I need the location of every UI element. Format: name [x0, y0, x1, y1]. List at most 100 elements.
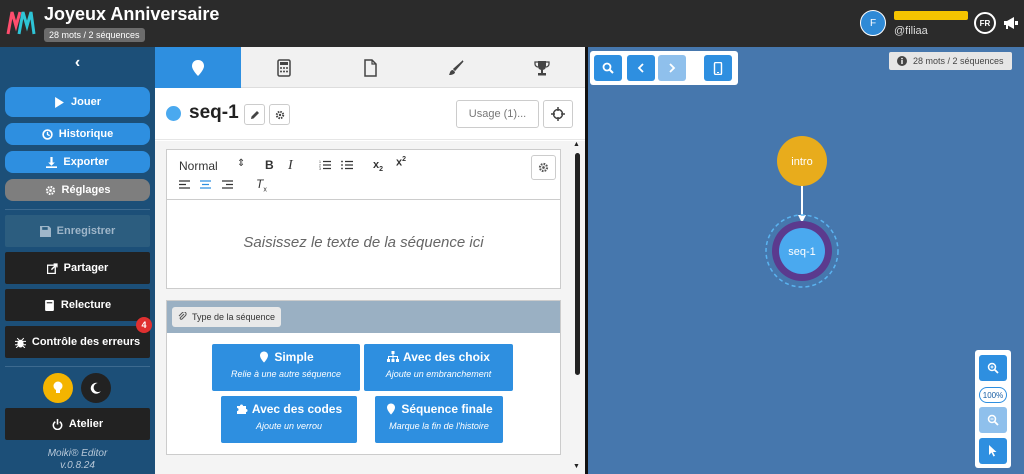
top-bar: Joyeux Anniversaire 28 mots / 2 séquence…	[0, 0, 1024, 47]
panel-tabs	[155, 47, 585, 88]
panel-scrollbar[interactable]: ▲ ▼	[572, 141, 582, 470]
zoom-in-button[interactable]	[979, 355, 1007, 381]
sequence-settings-button[interactable]	[269, 104, 290, 125]
usage-button[interactable]: Usage (1)...	[456, 100, 539, 128]
trophy-icon	[534, 60, 550, 75]
tab-trophy[interactable]	[499, 47, 585, 88]
editor-toolbar: Normal ⇕ B I 123 x2 x2 Tx	[167, 150, 560, 200]
play-button[interactable]: Jouer	[5, 87, 150, 117]
ordered-list-icon[interactable]: 123	[319, 160, 331, 170]
power-icon	[52, 418, 63, 430]
sequence-type-header: Type de la séquence	[167, 301, 560, 333]
subscript-icon[interactable]: x2	[373, 159, 383, 173]
file-icon	[364, 58, 377, 77]
story-title: Joyeux Anniversaire	[44, 4, 220, 24]
rename-button[interactable]	[244, 104, 265, 125]
chevron-left-icon: ‹	[74, 54, 81, 71]
locate-button[interactable]	[543, 100, 573, 128]
megaphone-icon[interactable]	[1002, 14, 1020, 32]
scroll-up-icon[interactable]: ▲	[573, 141, 580, 148]
zoom-controls: 100%	[975, 350, 1011, 468]
superscript-icon[interactable]: x2	[396, 156, 406, 169]
pencil-icon	[250, 110, 259, 119]
book-icon	[45, 299, 54, 311]
share-icon	[46, 262, 58, 274]
workshop-button[interactable]: Atelier	[5, 408, 150, 440]
editor-version: Moiki® Editor v.0.8.24	[47, 448, 108, 471]
clear-format-icon[interactable]: Tx	[256, 177, 267, 193]
gear-icon	[538, 162, 549, 173]
history-button[interactable]: Historique	[5, 123, 150, 145]
sidebar: ‹ Jouer Historique Exporter Réglages Enr…	[0, 47, 155, 474]
bullet-list-icon[interactable]	[341, 160, 353, 170]
text-editor: Normal ⇕ B I 123 x2 x2 Tx Saisissez le t…	[166, 149, 561, 289]
scroll-down-icon[interactable]: ▼	[573, 463, 580, 470]
cursor-icon	[989, 445, 997, 457]
zoom-out-button[interactable]	[979, 407, 1007, 433]
align-right-icon[interactable]	[222, 180, 233, 189]
error-count-badge: 4	[136, 317, 152, 333]
map-marker-icon	[192, 59, 204, 76]
review-button[interactable]: Relecture	[5, 289, 150, 321]
user-avatar[interactable]: F	[860, 10, 886, 36]
editor-settings-button[interactable]	[531, 155, 556, 180]
tab-calculator[interactable]	[241, 47, 327, 88]
story-graph-canvas[interactable]: 28 mots / 2 séquences intro seq-1 100%	[588, 47, 1024, 474]
tab-file[interactable]	[327, 47, 413, 88]
story-graph: intro seq-1	[765, 136, 839, 288]
sidebar-divider	[5, 209, 150, 210]
sequence-panel: seq-1 Usage (1)... Normal ⇕ B I 123 x2 x…	[155, 47, 585, 474]
zoom-out-icon	[987, 414, 999, 426]
lightbulb-icon	[53, 381, 63, 393]
play-icon	[55, 96, 64, 108]
select-tool-button[interactable]	[979, 438, 1007, 464]
format-select[interactable]: Normal	[179, 159, 218, 173]
italic-icon[interactable]: I	[288, 158, 293, 174]
node-intro[interactable]: intro	[777, 136, 827, 186]
language-button[interactable]: FR	[974, 12, 996, 34]
moiki-logo[interactable]	[6, 8, 38, 36]
user-handle: @filiaa	[894, 25, 928, 37]
paintbrush-icon	[449, 59, 464, 75]
moon-icon	[90, 382, 101, 394]
zoom-in-icon	[987, 362, 999, 374]
type-codes-button[interactable]: Avec des codes Ajoute un verrou	[221, 396, 357, 443]
sitemap-icon	[387, 351, 400, 362]
user-name-redacted	[894, 11, 968, 20]
tab-style[interactable]	[413, 47, 499, 88]
light-theme-button[interactable]	[43, 373, 73, 403]
svg-text:seq-1: seq-1	[788, 246, 816, 258]
sidebar-divider	[5, 366, 150, 367]
settings-button[interactable]: Réglages	[5, 179, 150, 201]
save-icon	[39, 225, 51, 237]
type-choices-button[interactable]: Avec des choix Ajoute un embranchement	[364, 344, 513, 391]
dark-theme-button[interactable]	[81, 373, 111, 403]
map-marker-icon	[260, 351, 269, 363]
bug-icon	[14, 337, 26, 348]
paperclip-icon	[178, 312, 187, 320]
bold-icon[interactable]: B	[265, 158, 274, 172]
editor-placeholder[interactable]: Saisissez le texte de la séquence ici	[167, 234, 560, 251]
type-final-button[interactable]: Séquence finale Marque la fin de l'histo…	[375, 396, 503, 443]
puzzle-icon	[236, 404, 248, 414]
align-left-icon[interactable]	[179, 180, 190, 189]
gear-icon	[45, 185, 55, 195]
sequence-name: seq-1	[189, 102, 239, 123]
save-button[interactable]: Enregistrer	[5, 215, 150, 247]
type-simple-button[interactable]: Simple Relie à une autre séquence	[212, 344, 360, 391]
zoom-level[interactable]: 100%	[979, 387, 1007, 403]
sequence-type-box: Type de la séquence Simple Relie à une a…	[166, 300, 561, 455]
align-center-icon[interactable]	[200, 180, 211, 189]
export-button[interactable]: Exporter	[5, 151, 150, 173]
gear-icon	[275, 110, 284, 119]
calculator-icon	[277, 58, 291, 77]
error-check-button[interactable]: Contrôle des erreurs	[5, 326, 150, 358]
tab-sequence[interactable]	[155, 47, 241, 88]
scroll-thumb[interactable]	[575, 153, 580, 375]
collapse-sidebar-button[interactable]: ‹	[0, 49, 155, 77]
format-select-arrows-icon[interactable]: ⇕	[237, 158, 245, 169]
share-button[interactable]: Partager	[5, 252, 150, 284]
download-icon	[46, 156, 58, 168]
node-seq-1[interactable]: seq-1	[765, 214, 839, 288]
sequence-color-dot[interactable]	[166, 106, 181, 121]
